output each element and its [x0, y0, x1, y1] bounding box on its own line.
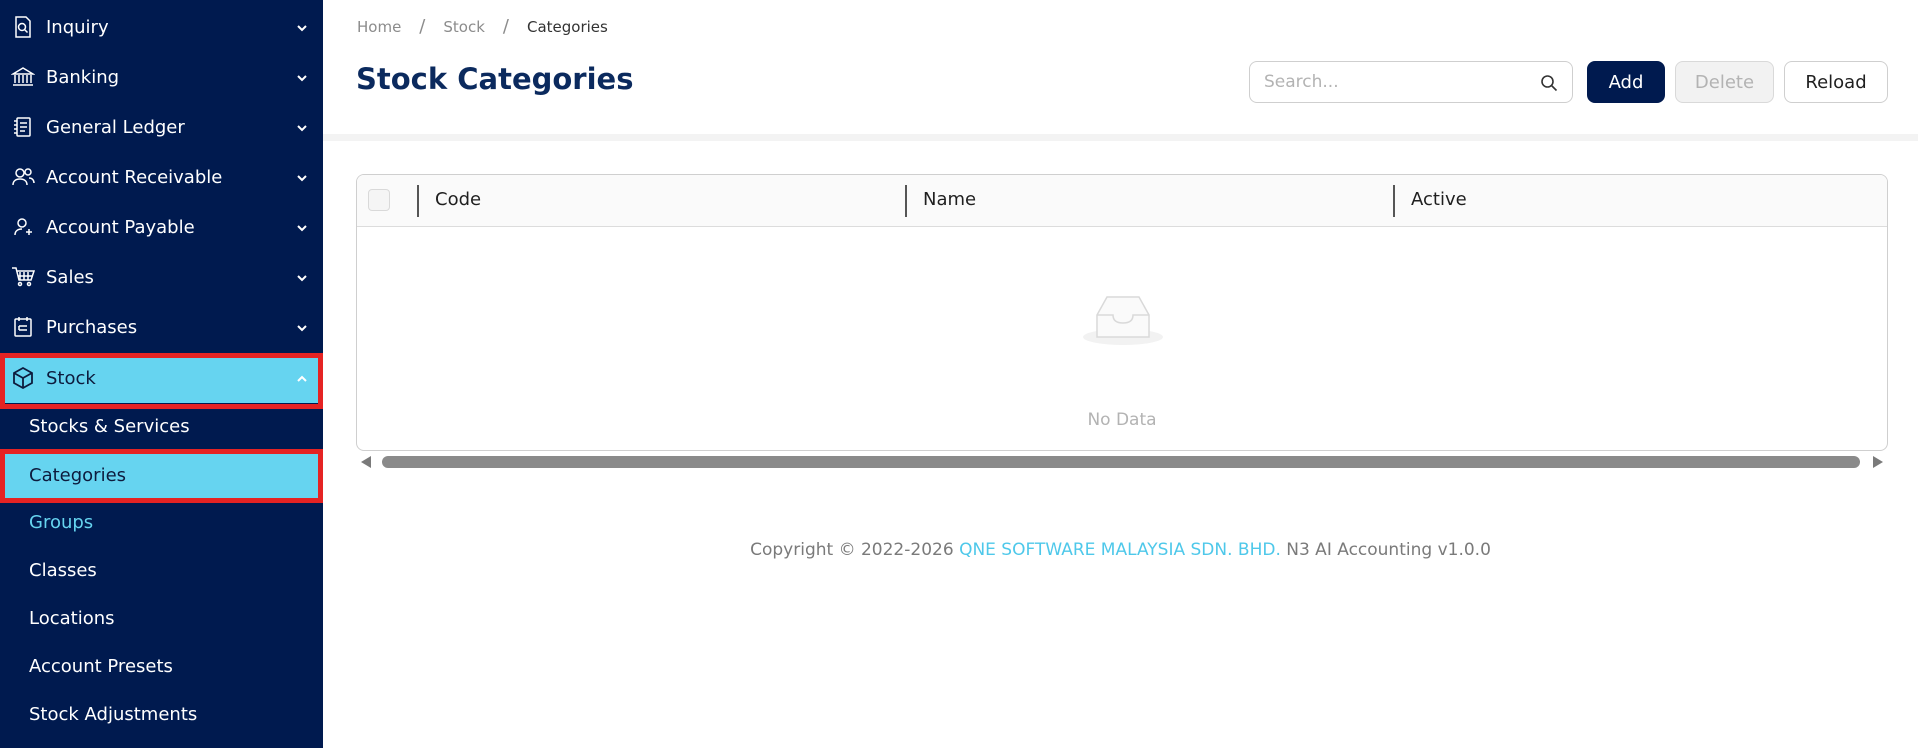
cart-icon	[10, 264, 36, 290]
column-header-code[interactable]: Code	[435, 189, 481, 210]
sidebar-item-label: Account Receivable	[46, 166, 223, 188]
footer: Copyright © 2022-2026 QNE SOFTWARE MALAY…	[323, 540, 1918, 560]
reload-button[interactable]: Reload	[1784, 61, 1888, 103]
sidebar-subitem-label: Classes	[29, 559, 97, 581]
footer-version: N3 AI Accounting v1.0.0	[1286, 540, 1491, 560]
breadcrumb-stock[interactable]: Stock	[443, 18, 485, 36]
sidebar-subitem-label: Locations	[29, 607, 115, 629]
page-title: Stock Categories	[356, 62, 634, 96]
search-box	[1249, 61, 1573, 103]
breadcrumb-separator: /	[502, 16, 509, 37]
chevron-down-icon	[295, 120, 309, 134]
search-icon[interactable]	[1540, 74, 1558, 92]
footer-company-link[interactable]: QNE SOFTWARE MALAYSIA SDN. BHD.	[959, 540, 1281, 560]
column-separator	[905, 185, 907, 217]
sidebar-item-general-ledger[interactable]: General Ledger	[0, 102, 323, 152]
sidebar-item-stock[interactable]: Stock	[0, 353, 323, 403]
sidebar-subitem-label: Stocks & Services	[29, 415, 190, 437]
sidebar-subitem-groups[interactable]: Groups	[0, 498, 323, 546]
sidebar-item-label: Account Payable	[46, 216, 195, 238]
breadcrumb-current: Categories	[526, 17, 608, 36]
chevron-down-icon	[295, 170, 309, 184]
chevron-down-icon	[295, 70, 309, 84]
breadcrumb-home[interactable]: Home	[357, 18, 401, 36]
footer-copyright: Copyright © 2022-2026	[750, 540, 954, 560]
empty-inbox-icon	[1081, 289, 1165, 347]
sidebar-item-label: Banking	[46, 66, 120, 88]
column-separator	[417, 185, 419, 217]
sidebar-subitem-stock-adjustments[interactable]: Stock Adjustments	[0, 690, 323, 738]
sidebar: Inquiry Banking General Ledger Account R…	[0, 0, 323, 748]
empty-state: No Data	[357, 227, 1887, 450]
sidebar-subitem-label: Groups	[29, 511, 94, 533]
scroll-right-icon[interactable]	[1873, 456, 1883, 468]
chevron-down-icon	[295, 220, 309, 234]
sidebar-item-label: Sales	[46, 266, 94, 288]
box-icon	[10, 365, 36, 391]
sidebar-subitem-label: Stock Adjustments	[29, 703, 198, 725]
sidebar-item-inquiry[interactable]: Inquiry	[0, 2, 323, 52]
sidebar-subitem-classes[interactable]: Classes	[0, 546, 323, 594]
search-input[interactable]	[1264, 70, 1524, 94]
sidebar-subitem-account-presets[interactable]: Account Presets	[0, 642, 323, 690]
ledger-icon	[10, 114, 36, 140]
table-header: Code Name Active	[357, 175, 1887, 227]
chevron-down-icon	[295, 20, 309, 34]
users-icon	[10, 164, 36, 190]
select-all-checkbox[interactable]	[368, 189, 390, 211]
sidebar-item-label: Purchases	[46, 316, 138, 338]
sidebar-subitem-categories[interactable]: Categories	[0, 451, 323, 499]
scroll-left-icon[interactable]	[361, 456, 371, 468]
sidebar-subitem-locations[interactable]: Locations	[0, 594, 323, 642]
user-icon	[10, 214, 36, 240]
sidebar-item-account-receivable[interactable]: Account Receivable	[0, 152, 323, 202]
sidebar-subitem-stocks-services[interactable]: Stocks & Services	[0, 402, 323, 450]
add-button[interactable]: Add	[1587, 61, 1665, 103]
categories-table: Code Name Active No Data	[356, 174, 1888, 451]
horizontal-scrollbar[interactable]	[356, 454, 1888, 470]
chevron-down-icon	[295, 320, 309, 334]
sidebar-subitem-label: Categories	[29, 464, 127, 486]
column-header-name[interactable]: Name	[923, 189, 976, 210]
column-separator	[1393, 185, 1395, 217]
breadcrumb: Home / Stock / Categories	[357, 16, 608, 37]
purchase-icon	[10, 314, 36, 340]
header-divider	[323, 134, 1918, 141]
sidebar-item-label: Inquiry	[46, 16, 109, 38]
chevron-down-icon	[295, 270, 309, 284]
sidebar-item-sales[interactable]: Sales	[0, 252, 323, 302]
scrollbar-thumb[interactable]	[382, 456, 1860, 468]
delete-button[interactable]: Delete	[1675, 61, 1774, 103]
sidebar-item-purchases[interactable]: Purchases	[0, 302, 323, 352]
chevron-up-icon	[295, 371, 309, 385]
sidebar-item-banking[interactable]: Banking	[0, 52, 323, 102]
sidebar-item-label: Stock	[46, 367, 96, 389]
bank-icon	[10, 64, 36, 90]
sidebar-item-label: General Ledger	[46, 116, 185, 138]
breadcrumb-separator: /	[419, 16, 426, 37]
sidebar-subitem-label: Account Presets	[29, 655, 173, 677]
empty-text: No Data	[1087, 410, 1157, 430]
inquiry-icon	[10, 14, 36, 40]
column-header-active[interactable]: Active	[1411, 189, 1467, 210]
sidebar-item-account-payable[interactable]: Account Payable	[0, 202, 323, 252]
